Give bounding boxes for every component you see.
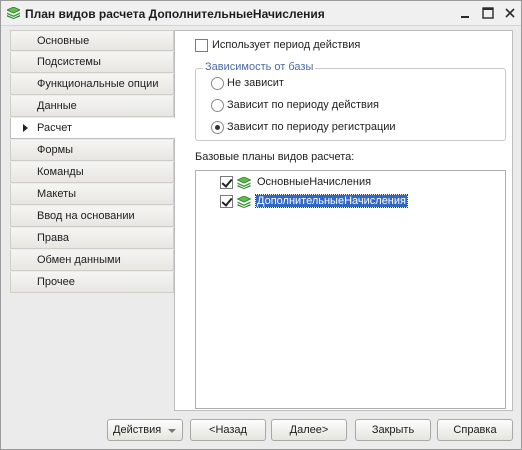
sidebar-item-komandy[interactable]: Команды bbox=[10, 162, 174, 183]
sidebar-item-formy[interactable]: Формы bbox=[10, 140, 174, 161]
sidebar-item-funktsionalnye-optsii[interactable]: Функциональные опции bbox=[10, 74, 174, 95]
metadata-window: План видов расчета ДополнительныеНачисле… bbox=[0, 0, 522, 450]
calc-plan-icon bbox=[237, 177, 251, 189]
sidebar-item-prochee[interactable]: Прочее bbox=[10, 272, 174, 293]
back-button-label: <Назад bbox=[209, 424, 247, 436]
uses-period-label: Использует период действия bbox=[212, 39, 361, 51]
radio-registration-period[interactable] bbox=[211, 121, 224, 134]
sidebar-item-label: Права bbox=[37, 232, 69, 244]
list-item-label: ОсновныеНачисления bbox=[257, 176, 372, 188]
list-item-label: ДополнительныеНачисления bbox=[255, 194, 408, 208]
radio-registration-period-label: Зависит по периоду регистрации bbox=[227, 121, 396, 133]
sidebar-item-label: Ввод на основании bbox=[37, 210, 135, 222]
dependency-group: Зависимость от базы Не зависит Зависит п… bbox=[195, 61, 506, 141]
calc-plan-icon bbox=[7, 7, 20, 19]
dependency-group-caption: Зависимость от базы bbox=[203, 61, 316, 73]
next-button[interactable]: Далее> bbox=[271, 419, 347, 441]
radio-action-period-label: Зависит по периоду действия bbox=[227, 99, 379, 111]
sidebar-item-label: Прочее bbox=[37, 276, 75, 288]
sidebar-item-label: Подсистемы bbox=[37, 56, 101, 68]
sidebar-item-dannye[interactable]: Данные bbox=[10, 96, 174, 117]
sidebar-item-raschet[interactable]: Расчет bbox=[10, 118, 175, 139]
actions-button-label: Действия bbox=[113, 424, 162, 436]
list-item-checkbox[interactable] bbox=[220, 195, 233, 208]
sidebar-item-prava[interactable]: Права bbox=[10, 228, 174, 249]
back-button[interactable]: <Назад bbox=[190, 419, 266, 441]
sidebar-item-label: Данные bbox=[37, 100, 77, 112]
calc-plan-icon bbox=[237, 196, 251, 208]
sidebar-item-label: Расчет bbox=[37, 122, 72, 134]
close-button[interactable]: Закрыть bbox=[355, 419, 431, 441]
sidebar-item-label: Макеты bbox=[37, 188, 77, 200]
help-button-label: Справка bbox=[453, 424, 497, 436]
sidebar-item-label: Обмен данными bbox=[37, 254, 121, 266]
current-item-arrow-icon bbox=[23, 124, 28, 132]
radio-action-period[interactable] bbox=[211, 99, 224, 112]
chevron-down-icon bbox=[168, 429, 176, 433]
window-title: План видов расчета ДополнительныеНачисле… bbox=[25, 7, 325, 21]
sidebar-item-label: Команды bbox=[37, 166, 84, 178]
next-button-label: Далее> bbox=[289, 424, 329, 436]
base-plans-label: Базовые планы видов расчета: bbox=[195, 151, 355, 163]
close-button-label: Закрыть bbox=[371, 424, 415, 436]
sidebar-item-vvod-na-osnovanii[interactable]: Ввод на основании bbox=[10, 206, 174, 227]
sidebar-item-obmen-dannymi[interactable]: Обмен данными bbox=[10, 250, 174, 271]
radio-not-dependent[interactable] bbox=[211, 77, 224, 90]
list-item-checkbox[interactable] bbox=[220, 176, 233, 189]
sidebar-nav: Основные Подсистемы Функциональные опции… bbox=[10, 30, 175, 295]
sidebar-item-label: Основные bbox=[37, 35, 90, 47]
help-button[interactable]: Справка bbox=[437, 419, 513, 441]
minimize-icon[interactable] bbox=[457, 5, 473, 21]
close-icon[interactable] bbox=[502, 5, 518, 21]
sidebar-item-podsistemy[interactable]: Подсистемы bbox=[10, 52, 174, 73]
sidebar-item-label: Функциональные опции bbox=[37, 78, 159, 90]
title-bar: План видов расчета ДополнительныеНачисле… bbox=[1, 1, 521, 26]
uses-period-checkbox[interactable] bbox=[195, 39, 208, 52]
actions-button[interactable]: Действия bbox=[107, 419, 183, 441]
maximize-icon[interactable] bbox=[480, 5, 496, 21]
base-plans-list[interactable]: ОсновныеНачисления ДополнительныеНачисле… bbox=[195, 170, 506, 409]
sidebar-item-label: Формы bbox=[37, 144, 74, 156]
sidebar-item-osnovnye[interactable]: Основные bbox=[10, 30, 174, 51]
radio-not-dependent-label: Не зависит bbox=[227, 77, 284, 89]
list-item[interactable]: ДополнительныеНачисления bbox=[196, 193, 505, 211]
calc-settings-panel: Использует период действия Зависимость о… bbox=[174, 30, 513, 411]
sidebar-item-makety[interactable]: Макеты bbox=[10, 184, 174, 205]
list-item[interactable]: ОсновныеНачисления bbox=[196, 174, 505, 192]
